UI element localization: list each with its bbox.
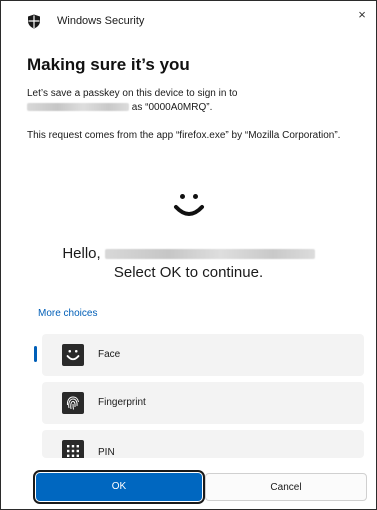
option-fingerprint-label: Fingerprint	[98, 397, 146, 408]
dialog-footer: OK Cancel	[1, 467, 376, 509]
fingerprint-icon	[62, 392, 84, 414]
passkey-description: Let’s save a passkey on this device to s…	[27, 87, 342, 115]
more-choices-link[interactable]: More choices	[38, 308, 97, 319]
select-ok-instruction: Select OK to continue.	[113, 264, 264, 281]
smiley-face-icon	[174, 194, 204, 216]
face-icon	[62, 344, 84, 366]
redacted-site-name	[27, 103, 129, 112]
account-name-text: as “0000A0MRQ”.	[131, 102, 213, 113]
title-bar: Windows Security ×	[1, 1, 376, 41]
redacted-user-name	[104, 249, 315, 260]
windows-security-dialog: Windows Security × Making sure it’s you …	[0, 0, 377, 510]
greeting-line: Hello,	[1, 245, 376, 262]
dialog-heading: Making sure it’s you	[27, 55, 190, 74]
passkey-description-line2: as “0000A0MRQ”.	[27, 101, 342, 115]
option-pin[interactable]: PIN	[42, 430, 364, 458]
option-face-label: Face	[98, 349, 121, 360]
greeting-prefix: Hello,	[62, 245, 101, 262]
ok-button[interactable]: OK	[33, 470, 205, 504]
passkey-description-line1: Let’s save a passkey on this device to s…	[27, 88, 238, 99]
option-pin-label: PIN	[98, 447, 115, 458]
shield-icon	[28, 14, 40, 29]
request-source-text: This request comes from the app “firefox…	[27, 130, 341, 141]
cancel-button[interactable]: Cancel	[205, 473, 367, 501]
app-title: Windows Security	[57, 15, 145, 27]
close-button[interactable]: ×	[354, 7, 370, 23]
option-face[interactable]: Face	[42, 334, 364, 376]
option-fingerprint[interactable]: Fingerprint	[42, 382, 364, 424]
selection-indicator	[34, 346, 37, 362]
pin-keypad-icon	[62, 440, 84, 458]
